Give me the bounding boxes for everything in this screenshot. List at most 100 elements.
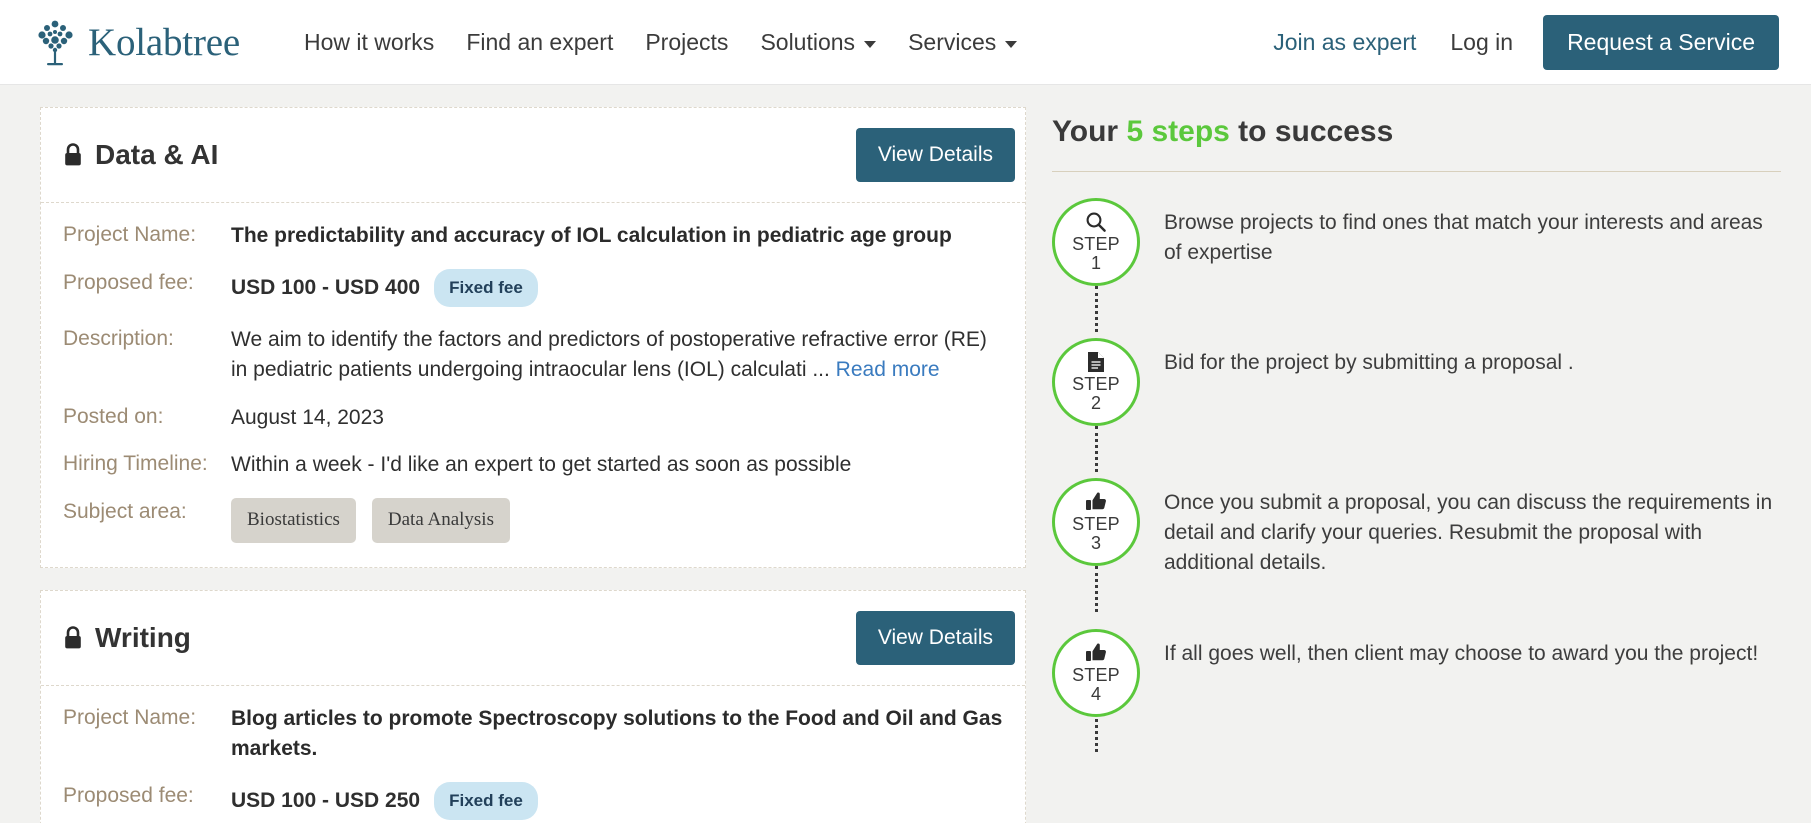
sidebar-title-prefix: Your [1052, 115, 1127, 148]
nav-item-how-it-works[interactable]: How it works [288, 19, 450, 66]
project-category-label: Data & AI [95, 139, 219, 170]
step-word: STEP [1072, 233, 1120, 254]
fee-type-badge: Fixed fee [434, 268, 538, 307]
thumbs-up-icon [1085, 642, 1107, 664]
step-item: STEP 2 Bid for the project by submitting… [1052, 338, 1781, 426]
project-card-header: Data & AI View Details [41, 108, 1025, 203]
project-name-label: Project Name: [63, 223, 197, 246]
step-badge: STEP 4 [1052, 629, 1140, 718]
steps-sidebar: Your 5 steps to success STEP 1 Browse pr… [1026, 107, 1811, 823]
step-number: 3 [1090, 532, 1101, 553]
chevron-down-icon [1005, 40, 1018, 48]
project-card-body: Project Name: Blog articles to promote S… [41, 686, 1025, 823]
step-word: STEP [1072, 513, 1120, 534]
description-label: Description: [63, 326, 174, 350]
posted-on-label: Posted on: [63, 404, 164, 428]
search-icon [1085, 211, 1107, 233]
proposed-fee-value: USD 100 - USD 400 Fixed fee [231, 268, 1003, 307]
primary-nav: How it works Find an expert Projects Sol… [288, 19, 1033, 66]
project-category: Writing [63, 622, 191, 654]
posted-on-row: Posted on: August 14, 2023 [63, 403, 1003, 433]
step-number: 2 [1090, 392, 1101, 413]
project-name-value: The predictability and accuracy of IOL c… [231, 224, 952, 247]
nav-label: Solutions [760, 28, 856, 55]
hiring-timeline-value: Within a week - I'd like an expert to ge… [231, 453, 852, 477]
login-link[interactable]: Log in [1434, 19, 1529, 66]
nav-actions: Join as expert Log in Request a Service [1255, 14, 1779, 70]
project-card: Data & AI View Details Project Name: The… [40, 107, 1026, 569]
description-value: We aim to identify the factors and predi… [231, 325, 1003, 385]
project-card-body: Project Name: The predictability and acc… [41, 203, 1025, 567]
step-item: STEP 3 Once you submit a proposal, you c… [1052, 478, 1781, 577]
hiring-timeline-row: Hiring Timeline: Within a week - I'd lik… [63, 450, 1003, 480]
project-name-row: Project Name: Blog articles to promote S… [63, 704, 1003, 764]
step-word: STEP [1072, 373, 1120, 394]
document-icon [1086, 351, 1106, 373]
step-badge: STEP 1 [1052, 198, 1140, 286]
nav-label: How it works [303, 28, 435, 55]
read-more-link[interactable]: Read more [836, 358, 940, 381]
step-connector [1095, 426, 1098, 472]
step-number: 4 [1090, 683, 1101, 704]
sidebar-title-highlight: 5 steps [1126, 115, 1230, 148]
lock-icon [63, 626, 83, 650]
hiring-timeline-label: Hiring Timeline: [63, 452, 208, 476]
project-category: Data & AI [63, 139, 218, 171]
login-label: Log in [1450, 28, 1514, 55]
project-category-label: Writing [95, 622, 191, 654]
chevron-down-icon [864, 40, 877, 48]
step-description: Once you submit a proposal, you can disc… [1164, 491, 1773, 574]
project-name-value: Blog articles to promote Spectroscopy so… [231, 707, 1003, 760]
subject-area-row: Subject area: Biostatistics Data Analysi… [63, 498, 1003, 544]
join-as-expert-link[interactable]: Join as expert [1255, 19, 1434, 66]
step-badge: STEP 2 [1052, 338, 1140, 426]
step-connector [1095, 286, 1098, 332]
fee-amount: USD 100 - USD 250 [231, 788, 421, 812]
subject-tag[interactable]: Data Analysis [371, 498, 510, 544]
nav-label: Services [908, 28, 997, 55]
view-details-button[interactable]: View Details [855, 611, 1015, 666]
subject-tag[interactable]: Biostatistics [231, 498, 356, 544]
nav-item-projects[interactable]: Projects [629, 19, 744, 66]
top-navbar: Kolabtree How it works Find an expert Pr… [0, 0, 1811, 85]
step-item: STEP 4 If all goes well, then client may… [1052, 629, 1781, 718]
step-word: STEP [1072, 665, 1120, 686]
thumbs-up-icon [1085, 491, 1107, 513]
view-details-button[interactable]: View Details [855, 128, 1015, 182]
step-item: STEP 1 Browse projects to find ones that… [1052, 198, 1781, 286]
proposed-fee-value: USD 100 - USD 250 Fixed fee [231, 781, 1003, 820]
lock-icon [63, 143, 83, 167]
project-card-header: Writing View Details [41, 591, 1025, 687]
subject-area-value: Biostatistics Data Analysis [231, 498, 1003, 544]
step-description: Bid for the project by submitting a prop… [1164, 351, 1574, 374]
brand-logo-link[interactable]: Kolabtree [34, 17, 240, 67]
proposed-fee-label: Proposed fee: [63, 783, 194, 807]
nav-item-find-an-expert[interactable]: Find an expert [450, 19, 629, 66]
project-list: Data & AI View Details Project Name: The… [0, 107, 1026, 823]
proposed-fee-row: Proposed fee: USD 100 - USD 250 Fixed fe… [63, 781, 1003, 820]
nav-item-services[interactable]: Services [892, 19, 1033, 66]
step-badge: STEP 3 [1052, 478, 1140, 566]
fee-amount: USD 100 - USD 400 [231, 275, 421, 299]
step-connector [1095, 566, 1098, 612]
sidebar-title-suffix: to success [1229, 115, 1394, 148]
kolabtree-tree-icon [34, 17, 78, 67]
nav-label: Find an expert [466, 28, 614, 55]
subject-area-label: Subject area: [63, 500, 187, 524]
request-a-service-button[interactable]: Request a Service [1543, 14, 1779, 70]
steps-list: STEP 1 Browse projects to find ones that… [1052, 172, 1781, 752]
sidebar-title: Your 5 steps to success [1052, 107, 1781, 149]
fee-type-badge: Fixed fee [434, 781, 538, 820]
page-body: Data & AI View Details Project Name: The… [0, 85, 1811, 823]
project-name-row: Project Name: The predictability and acc… [63, 221, 1003, 251]
project-card: Writing View Details Project Name: Blog … [40, 590, 1026, 823]
nav-item-solutions[interactable]: Solutions [744, 19, 892, 66]
brand-name: Kolabtree [88, 20, 240, 64]
step-description: Browse projects to find ones that match … [1164, 211, 1763, 264]
posted-on-value: August 14, 2023 [231, 405, 384, 429]
proposed-fee-row: Proposed fee: USD 100 - USD 400 Fixed fe… [63, 268, 1003, 307]
nav-label: Projects [645, 28, 729, 55]
project-name-label: Project Name: [63, 706, 197, 730]
proposed-fee-label: Proposed fee: [63, 270, 194, 294]
step-description: If all goes well, then client may choose… [1164, 642, 1759, 666]
